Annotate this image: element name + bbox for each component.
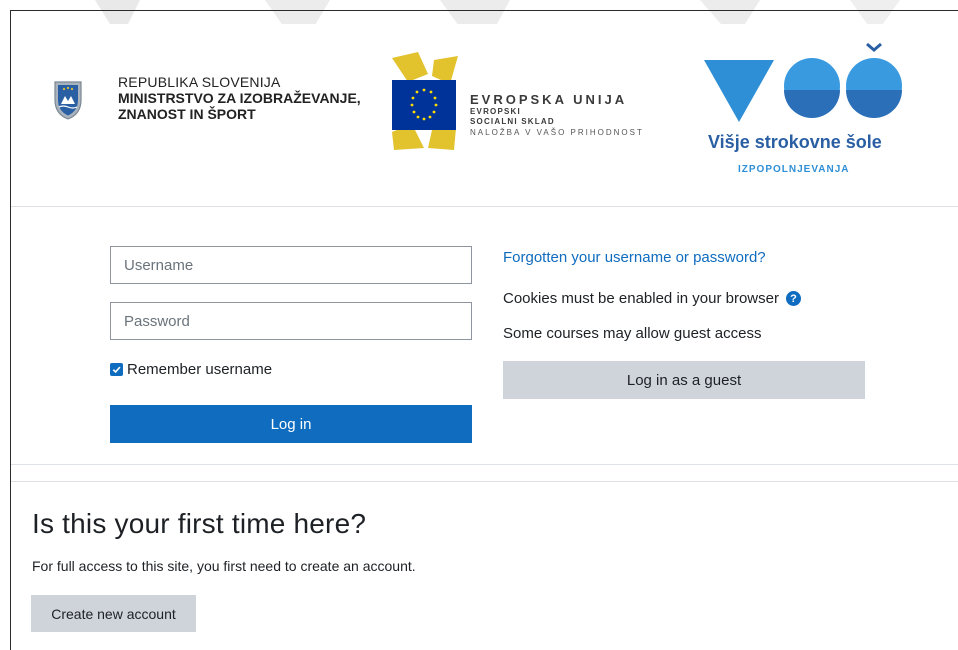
logo-banner: REPUBLIKA SLOVENIJA MINISTRSTVO ZA IZOBR… [32, 24, 944, 194]
guest-login-button[interactable]: Log in as a guest [503, 361, 865, 399]
create-account-button[interactable]: Create new account [31, 595, 196, 632]
guest-access-text: Some courses may allow guest access [503, 325, 762, 342]
remember-username[interactable]: Remember username [110, 360, 272, 378]
password-input[interactable] [110, 302, 472, 340]
first-time-heading: Is this your first time here? [32, 508, 367, 539]
checkmark-icon [112, 366, 121, 373]
login-button[interactable]: Log in [110, 405, 472, 443]
login-divider-2 [11, 481, 958, 482]
voe-title: Višje strokovne šole [708, 132, 882, 152]
cookies-text: Cookies must be enabled in your browser [503, 290, 779, 307]
help-icon[interactable]: ? [785, 291, 801, 306]
eu-flag-icon [392, 52, 458, 150]
eu-line2: EVROPSKI [470, 107, 521, 116]
username-input[interactable] [110, 246, 472, 284]
banner-divider [11, 206, 958, 207]
voe-subtitle: IZPOPOLNJEVANJA [738, 164, 850, 175]
slovenia-line2: MINISTRSTVO ZA IZOBRAŽEVANJE, [118, 90, 361, 106]
slovenia-ministry-logo: REPUBLIKA SLOVENIJA MINISTRSTVO ZA IZOBR… [52, 74, 392, 134]
eu-line4: NALOŽBA V VAŠO PRIHODNOST [470, 128, 644, 137]
voe-logo: Višje strokovne šole IZPOPOLNJEVANJA [702, 38, 902, 188]
first-time-text: For full access to this site, you first … [32, 558, 416, 574]
remember-checkbox[interactable] [110, 362, 123, 376]
voe-mark-icon [704, 42, 902, 122]
slovenia-line1: REPUBLIKA SLOVENIJA [118, 74, 281, 90]
remember-label: Remember username [127, 360, 273, 378]
cookies-notice: Cookies must be enabled in your browser … [503, 290, 801, 307]
slovenia-line3: ZNANOST IN ŠPORT [118, 106, 256, 122]
forgot-password-link[interactable]: Forgotten your username or password? [503, 249, 766, 266]
slovenia-crest-icon [54, 81, 82, 120]
eu-line1: EVROPSKA UNIJA [470, 92, 628, 107]
eu-fund-logo: EVROPSKA UNIJA EVROPSKI SOCIALNI SKLAD N… [388, 52, 678, 172]
eu-line3: SOCIALNI SKLAD [470, 117, 555, 126]
login-divider-1 [11, 464, 958, 465]
